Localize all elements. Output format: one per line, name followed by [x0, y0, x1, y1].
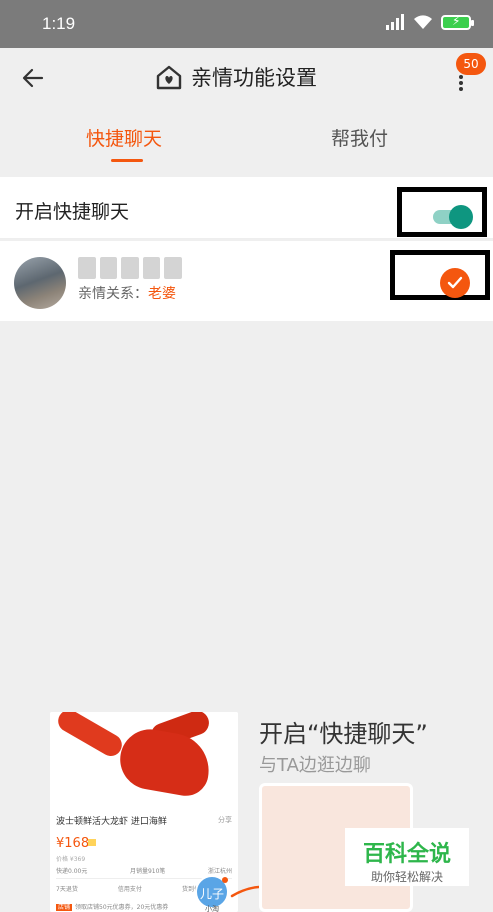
page-title-text: 亲情功能设置	[191, 66, 317, 90]
tab-quick-chat[interactable]: 快捷聊天	[86, 124, 162, 151]
promo-meta: 快递0.00元 月销量910笔 浙江杭州	[56, 866, 232, 875]
watermark-sub: 助你轻松解决	[370, 870, 443, 884]
member-select-checkbox[interactable]	[390, 250, 490, 300]
back-arrow-icon[interactable]	[20, 64, 48, 92]
battery-icon: ⚡	[441, 14, 474, 30]
tab-help-me-pay[interactable]: 帮我付	[331, 124, 388, 151]
checkmark-icon	[440, 268, 470, 298]
message-count-badge: 50	[456, 53, 486, 75]
promo-product-title: 波士顿鲜活大龙虾 进口海鲜	[56, 817, 167, 827]
page-title: 亲情功能设置	[155, 62, 317, 92]
tab-active-indicator	[111, 159, 143, 162]
quick-chat-toggle-row: 开启快捷聊天	[0, 177, 493, 239]
promo-share-label: 分享	[218, 816, 232, 824]
family-house-icon	[156, 65, 182, 90]
status-time: 1:19	[42, 14, 76, 33]
promo-coupon: 店铺 领取店铺50元优惠券，20元优惠券	[56, 902, 168, 911]
status-bar: 1:19 ⚡	[0, 0, 493, 48]
promo-subline: 与TA边逛边聊	[259, 755, 371, 776]
relation-value: 老婆	[148, 286, 176, 302]
coupon-tag: 店铺	[56, 904, 73, 911]
member-name-blurred	[78, 257, 182, 279]
promo-price: ¥168	[56, 836, 90, 851]
tab-bar: 快捷聊天 帮我付	[0, 108, 493, 170]
nav-bar: 亲情功能设置 50	[0, 48, 493, 108]
promo-orig-price: 价格 ¥369	[56, 856, 86, 863]
lobster-image	[50, 712, 238, 810]
promo-service: 7天退货	[56, 886, 78, 893]
promo-discount-tag	[88, 839, 96, 846]
promo-sales: 月销量910笔	[129, 868, 166, 875]
promo-headline: 开启“快捷聊天”	[259, 720, 428, 748]
coupon-text: 领取店铺50元优惠券，20元优惠券	[75, 904, 169, 911]
signal-icon	[386, 14, 404, 30]
wifi-icon	[414, 15, 432, 29]
status-icons: ⚡	[385, 14, 474, 30]
son-sub-label: 小淘	[205, 905, 219, 912]
watermark: 百科全说 助你轻松解决	[345, 828, 469, 886]
relation-prefix: 亲情关系：	[78, 286, 148, 302]
family-member-row[interactable]: 亲情关系：老婆	[0, 241, 493, 321]
promo-shipping: 快递0.00元	[56, 868, 88, 875]
promo-service: 信用支付	[117, 886, 142, 893]
quick-chat-switch[interactable]	[397, 187, 487, 237]
watermark-main: 百科全说	[362, 842, 451, 867]
relation-text: 亲情关系：老婆	[78, 283, 176, 303]
avatar	[14, 257, 66, 309]
promo-services: 7天退货 信用支付 货到付款	[56, 884, 206, 893]
more-menu-icon[interactable]	[456, 73, 466, 93]
quick-chat-toggle-label: 开启快捷聊天	[15, 201, 130, 223]
switch-knob	[449, 205, 473, 229]
